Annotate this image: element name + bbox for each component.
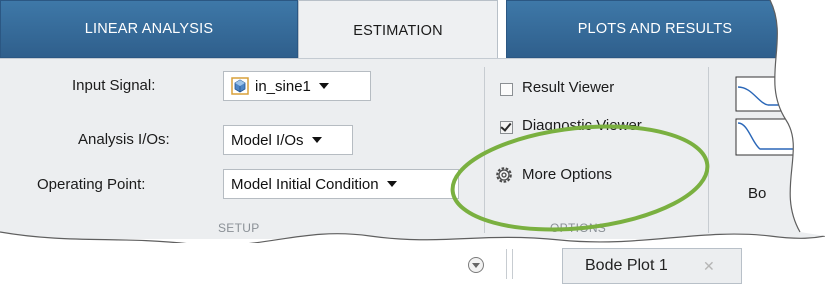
screenshot: LINEAR ANALYSIS ESTIMATION PLOTS AND RES… bbox=[0, 0, 825, 296]
document-bar-divider bbox=[512, 249, 513, 279]
chevron-down-circle-icon bbox=[468, 257, 484, 273]
document-bar-divider bbox=[506, 249, 507, 279]
document-tab-bode-plot-1[interactable]: Bode Plot 1 ✕ bbox=[562, 248, 742, 284]
close-icon[interactable]: ✕ bbox=[703, 258, 715, 275]
document-tab-label: Bode Plot 1 bbox=[585, 257, 668, 274]
panel-menu-button[interactable] bbox=[466, 255, 486, 275]
